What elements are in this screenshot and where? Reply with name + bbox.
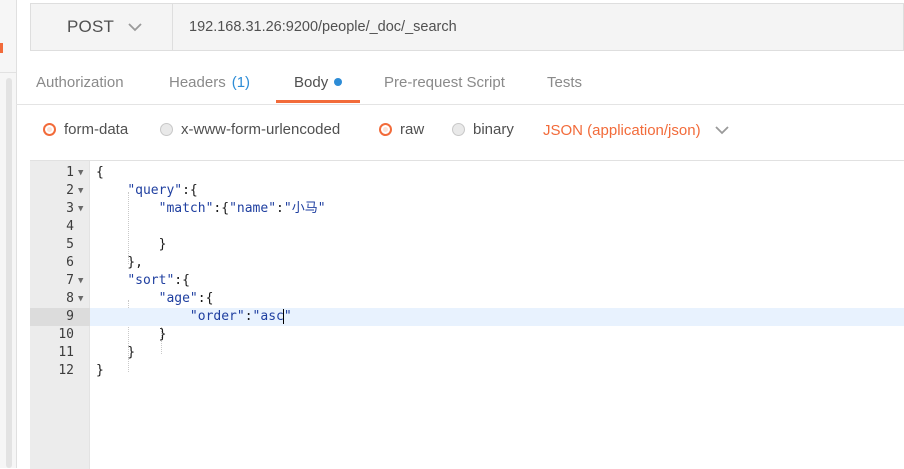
code-text: "match":{"name":"小马" (158, 201, 326, 216)
code-text: { (96, 165, 104, 180)
code-text: } (96, 345, 136, 360)
line-number: 6 (66, 255, 74, 270)
radio-icon (160, 122, 173, 136)
line-number: 3 (66, 201, 74, 216)
line-number: 9 (30, 308, 90, 326)
code-text: "order":"asc" (189, 309, 292, 324)
tab-body[interactable]: Body (294, 62, 343, 102)
code-line: 7 ▼ "sort":{ (30, 272, 904, 290)
request-bar: POST 192.168.31.26:9200/people/_doc/_sea… (30, 3, 904, 51)
tab-tests[interactable]: Tests (547, 62, 582, 102)
tab-label: Tests (547, 73, 583, 91)
code-line: 2 ▼ "query":{ (30, 182, 904, 200)
radio-label: raw (400, 120, 425, 138)
radio-icon (43, 122, 56, 136)
line-number: 12 (58, 363, 74, 378)
tab-label: Body (294, 73, 329, 91)
code-text: } (96, 327, 167, 342)
code-line: 4 (30, 218, 904, 236)
line-number: 10 (58, 327, 74, 342)
request-tabs: Authorization Headers (1) Body Pre-reque… (16, 62, 904, 105)
tab-label: Pre-request Script (384, 73, 505, 91)
code-line: 8 ▼ "age":{ (30, 290, 904, 308)
radio-binary[interactable]: binary (452, 110, 514, 148)
chevron-down-icon (128, 22, 142, 32)
tab-pre-request-script[interactable]: Pre-request Script (384, 62, 505, 102)
fold-arrow-icon[interactable]: ▼ (78, 290, 83, 308)
code-line-current: 9 "order":"asc" (30, 308, 904, 326)
code-line: 5 } (30, 236, 904, 254)
code-text: } (96, 363, 104, 378)
code-editor[interactable]: 1 ▼ { 2 ▼ "query":{ 3 ▼ "match":{"name":… (30, 160, 904, 469)
content-type-label: JSON (application/json) (543, 121, 701, 139)
fold-arrow-icon[interactable]: ▼ (78, 182, 83, 200)
line-number: 8 (66, 291, 74, 306)
fold-arrow-icon[interactable]: ▼ (78, 200, 83, 218)
radio-x-www-form-urlencoded[interactable]: x-www-form-urlencoded (160, 110, 340, 148)
code-text: } (96, 237, 167, 252)
method-dropdown[interactable]: POST (31, 4, 173, 50)
url-input[interactable]: 192.168.31.26:9200/people/_doc/_search (189, 4, 457, 50)
headers-count-badge: (1) (231, 73, 251, 91)
tab-label: Authorization (36, 73, 124, 91)
code-line: 12 } (30, 362, 904, 380)
radio-label: form-data (64, 120, 129, 138)
code-line: 10 } (30, 326, 904, 344)
code-text: "sort":{ (127, 273, 190, 288)
line-number: 11 (58, 345, 74, 360)
body-modified-dot-icon (334, 78, 343, 86)
method-label: POST (67, 17, 115, 36)
tab-label: Headers (169, 73, 226, 91)
code-line: 1 ▼ { (30, 164, 904, 182)
radio-selected-icon (379, 122, 392, 136)
radio-form-data[interactable]: form-data (43, 110, 128, 148)
code-text: "age":{ (158, 291, 214, 306)
line-number: 2 (66, 183, 74, 198)
code-line: 6 }, (30, 254, 904, 272)
tab-headers[interactable]: Headers (1) (169, 62, 250, 102)
radio-label: binary (473, 120, 514, 138)
radio-icon (452, 122, 465, 136)
code-line: 3 ▼ "match":{"name":"小马" (30, 200, 904, 218)
code-text: "query":{ (127, 183, 198, 198)
line-number: 4 (66, 219, 74, 234)
content-type-dropdown[interactable]: JSON (application/json) (543, 110, 729, 150)
code-text: }, (96, 255, 143, 270)
line-number: 7 (66, 273, 74, 288)
tab-authorization[interactable]: Authorization (36, 62, 124, 102)
line-number: 1 (66, 165, 74, 180)
line-number: 5 (66, 237, 74, 252)
sidebar-edge (0, 0, 17, 468)
chevron-down-icon (714, 125, 729, 135)
sidebar-divider (0, 72, 16, 73)
code-line: 11 } (30, 344, 904, 362)
radio-label: x-www-form-urlencoded (181, 120, 341, 138)
radio-raw[interactable]: raw (379, 110, 424, 148)
fold-arrow-icon[interactable]: ▼ (78, 272, 83, 290)
sidebar-scrollbar[interactable] (6, 78, 12, 468)
body-type-options: form-data x-www-form-urlencoded raw bina… (16, 110, 904, 148)
active-tab-indicator (276, 100, 360, 103)
sidebar-accent-mark (0, 43, 3, 53)
fold-arrow-icon[interactable]: ▼ (78, 164, 83, 182)
